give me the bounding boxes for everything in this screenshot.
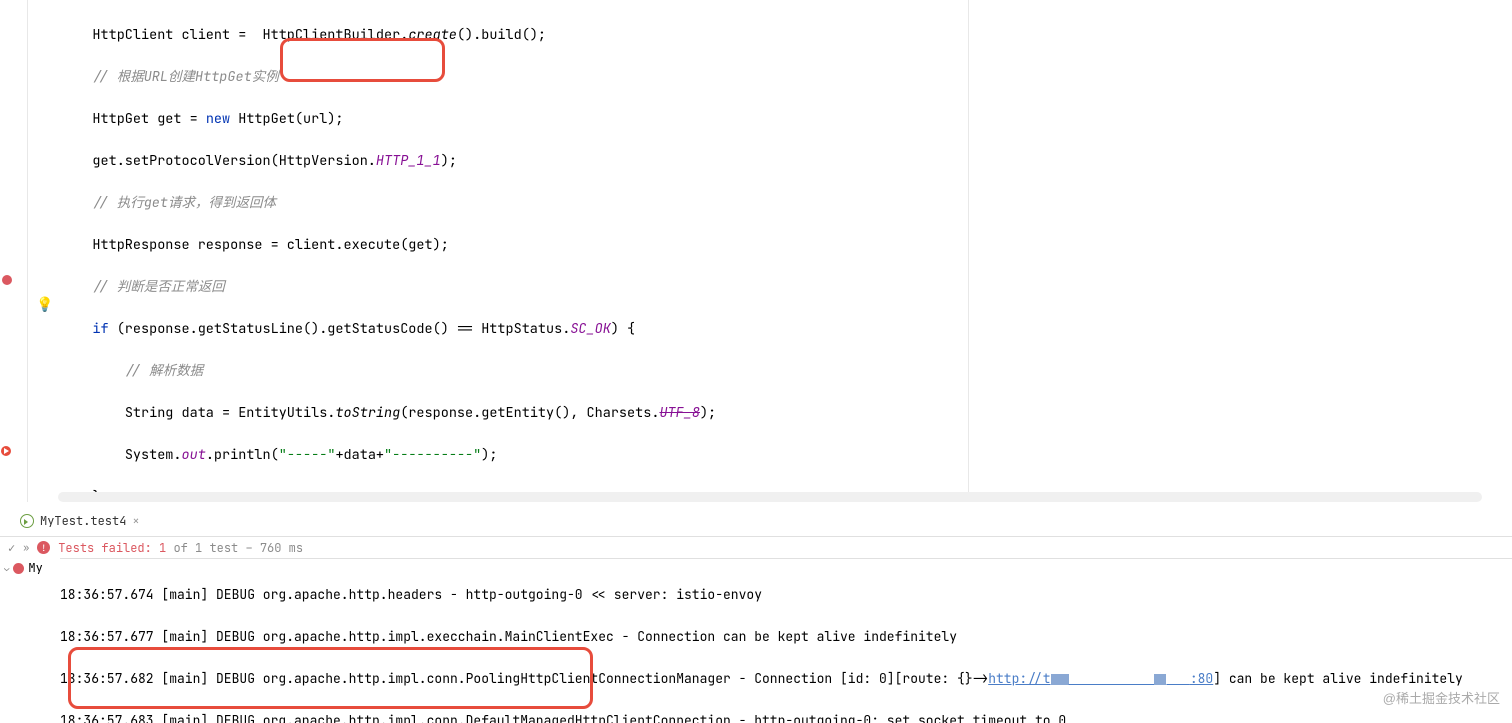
code-editor[interactable]: HttpClient client = HttpClientBuilder.cr… bbox=[28, 0, 1512, 502]
right-margin-line bbox=[968, 0, 969, 502]
run-gutter-icon[interactable] bbox=[0, 444, 12, 456]
close-tab-icon[interactable]: × bbox=[132, 513, 139, 529]
run-tab-label[interactable]: MyTest.test4 bbox=[40, 513, 126, 529]
comment: // 执行get请求，得到返回体 bbox=[92, 194, 276, 212]
test-error-icon bbox=[13, 563, 24, 574]
run-config-icon bbox=[20, 514, 34, 528]
editor-gutter bbox=[0, 0, 28, 502]
test-status-bar: ✓ » ! Tests failed: 1 of 1 test – 760 ms bbox=[0, 536, 1512, 558]
chevron-down-icon[interactable]: ⌄ bbox=[4, 562, 9, 574]
horizontal-scrollbar[interactable] bbox=[58, 492, 1482, 502]
watermark: @稀土掘金技术社区 bbox=[1383, 688, 1500, 707]
comment: // 根据URL创建HttpGet实例 bbox=[92, 68, 278, 86]
console-line: 18:36:57.674 [main] DEBUG org.apache.htt… bbox=[60, 584, 1512, 605]
error-circle-icon: ! bbox=[37, 541, 50, 554]
breakpoint[interactable] bbox=[2, 275, 12, 285]
run-tab-bar: MyTest.test4 × bbox=[20, 508, 140, 534]
comment: // 判断是否正常返回 bbox=[92, 278, 224, 296]
console-line: 18:36:57.682 [main] DEBUG org.apache.htt… bbox=[60, 668, 1512, 689]
code-text: HttpClient client = HttpClientBuilder. bbox=[92, 26, 408, 44]
tests-failed-label: Tests failed: bbox=[58, 540, 159, 556]
check-icon[interactable]: ✓ bbox=[8, 540, 15, 556]
expand-icon[interactable]: » bbox=[23, 541, 29, 554]
test-node-label: My bbox=[28, 560, 42, 576]
editor-area: 💡 HttpClient client = HttpClientBuilder.… bbox=[0, 0, 1512, 502]
comment: // 解析数据 bbox=[125, 362, 203, 380]
console-line: 18:36:57.677 [main] DEBUG org.apache.htt… bbox=[60, 626, 1512, 647]
console-output[interactable]: 18:36:57.674 [main] DEBUG org.apache.htt… bbox=[60, 558, 1512, 723]
url-link[interactable]: http://t :80 bbox=[988, 670, 1213, 687]
test-tree-row[interactable]: ⌄ My bbox=[4, 560, 43, 576]
console-line: 18:36:57.683 [main] DEBUG org.apache.htt… bbox=[60, 710, 1512, 723]
